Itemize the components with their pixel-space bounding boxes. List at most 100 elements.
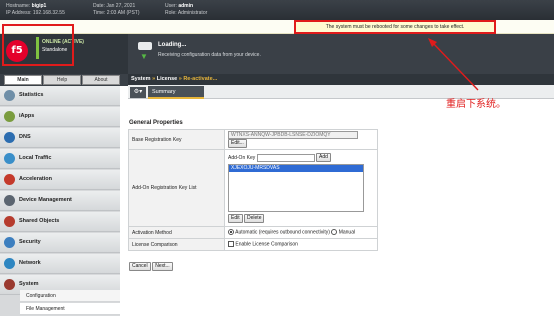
sidebar-item-label: Device Management xyxy=(19,197,72,203)
cancel-button[interactable]: Cancel xyxy=(129,262,151,271)
license-comparison-label: License Comparison xyxy=(128,238,225,251)
sidebar-subitem-file-management[interactable]: File Management xyxy=(20,303,120,315)
license-comparison-cell: Enable License Comparison xyxy=(224,238,378,251)
time-info: Time: 2:03 AM (PST) xyxy=(93,10,140,16)
download-arrow-icon: ▼ xyxy=(140,52,148,61)
activation-auto-label: Automatic (requires outbound connectivit… xyxy=(235,229,330,236)
sidebar-item-label: Acceleration xyxy=(19,176,53,182)
date-value: Jan 27, 2021 xyxy=(106,3,136,9)
breadcrumb-separator: » xyxy=(152,76,156,82)
hostname-value: bigip1 xyxy=(31,3,47,9)
addon-key-input[interactable] xyxy=(256,153,315,162)
sidebar-item-label: Security xyxy=(19,239,41,245)
activation-manual-label: Manual xyxy=(338,229,356,236)
base-key-field[interactable]: WTNXS-ANNQW-JPBDB-LSNSE-DZIOMQY xyxy=(228,131,358,139)
sidebar-item-label: Shared Objects xyxy=(19,218,60,224)
list-item[interactable]: XJEXOJU-MRSDVAS xyxy=(229,165,363,172)
sidebar-item-label: Network xyxy=(19,260,41,266)
sidebar-nav: Statistics iApps DNS Local Traffic Accel… xyxy=(0,86,120,316)
ip-label: IP Address: xyxy=(6,10,32,16)
device-management-icon xyxy=(4,195,15,206)
user-value: admin xyxy=(178,3,194,9)
activation-manual-radio[interactable] xyxy=(331,229,338,236)
acceleration-icon xyxy=(4,174,15,185)
loading-subtitle: Receiving configuration data from your d… xyxy=(158,52,261,58)
sidebar-item-label: DNS xyxy=(19,134,31,140)
tab-about[interactable]: About xyxy=(82,75,120,85)
statistics-icon xyxy=(4,90,15,101)
device-icon xyxy=(138,42,152,50)
tab-help[interactable]: Help xyxy=(43,75,81,85)
addon-key-row: Add-On Key Add xyxy=(228,153,374,162)
addon-key-list[interactable]: XJEXOJU-MRSDVAS xyxy=(228,164,364,212)
iapps-icon xyxy=(4,111,15,122)
breadcrumb-reactivate: Re-activate... xyxy=(183,76,218,82)
properties-table: Base Registration Key WTNXS-ANNQW-JPBDB-… xyxy=(128,129,378,251)
sidebar-item-iapps[interactable]: iApps xyxy=(0,107,120,127)
base-key-edit-button[interactable]: Edit... xyxy=(228,139,247,148)
top-bar: Hostname: bigip1 IP Address: 192.168.32.… xyxy=(0,0,554,20)
addon-key-cell: Add-On Key Add XJEXOJU-MRSDVAS Edit Dele… xyxy=(224,149,378,227)
logo-highlight-box xyxy=(2,24,74,66)
sidebar-item-local-traffic[interactable]: Local Traffic xyxy=(0,149,120,169)
breadcrumb-license: License xyxy=(156,76,178,82)
role-label: Role: xyxy=(165,10,177,16)
gear-icon: ⚙ xyxy=(133,89,140,95)
sidebar-item-statistics[interactable]: Statistics xyxy=(0,86,120,106)
tab-main[interactable]: Main xyxy=(4,75,42,85)
list-actions: Edit Delete xyxy=(228,214,374,223)
activation-method-label: Activation Method xyxy=(128,226,225,239)
section-title: General Properties xyxy=(129,120,183,126)
activation-method-cell: Automatic (requires outbound connectivit… xyxy=(224,226,378,239)
sidebar-item-label: iApps xyxy=(19,113,35,119)
user-label: User: xyxy=(165,3,177,9)
date-info: Date: Jan 27, 2021 xyxy=(93,3,135,9)
tab-summary[interactable]: Summary xyxy=(148,86,204,99)
base-key-cell: WTNXS-ANNQW-JPBDB-LSNSE-DZIOMQY Edit... xyxy=(224,129,378,150)
sidebar-item-security[interactable]: Security xyxy=(0,233,120,253)
license-comparison-checkbox[interactable] xyxy=(228,241,234,248)
form-actions: Cancel Next... xyxy=(129,262,173,271)
sidebar-item-label: Statistics xyxy=(19,92,44,98)
sidebar-item-acceleration[interactable]: Acceleration xyxy=(0,170,120,190)
role-info: Role: Administrator xyxy=(165,10,207,16)
time-value: 2:03 AM (PST) xyxy=(106,10,140,16)
user-info: User: admin xyxy=(165,3,193,9)
local-traffic-icon xyxy=(4,153,15,164)
ip-value: 192.168.32.55 xyxy=(32,10,65,16)
list-edit-button[interactable]: Edit xyxy=(228,214,243,223)
time-label: Time: xyxy=(93,10,106,16)
system-icon xyxy=(4,279,15,290)
ip-info: IP Address: 192.168.32.55 xyxy=(6,10,65,16)
hostname-label: Hostname: xyxy=(6,3,31,9)
activation-auto-radio[interactable] xyxy=(228,229,234,236)
sidebar-item-device-management[interactable]: Device Management xyxy=(0,191,120,211)
addon-key-list-label: Add-On Registration Key List xyxy=(128,149,225,227)
sidebar-item-label: Local Traffic xyxy=(19,155,52,161)
gear-menu-button[interactable]: ⚙▾ xyxy=(130,87,146,98)
list-delete-button[interactable]: Delete xyxy=(244,214,265,223)
breadcrumb-separator: » xyxy=(178,76,182,82)
security-icon xyxy=(4,237,15,248)
next-button[interactable]: Next... xyxy=(152,262,173,271)
loading-title: Loading... xyxy=(158,42,187,48)
hostname-info: Hostname: bigip1 xyxy=(6,3,46,9)
addon-key-label: Add-On Key xyxy=(228,154,256,161)
date-label: Date: xyxy=(93,3,105,9)
sidebar-item-shared-objects[interactable]: Shared Objects xyxy=(0,212,120,232)
add-button[interactable]: Add xyxy=(316,153,331,162)
shared-objects-icon xyxy=(4,216,15,227)
breadcrumb-system: System xyxy=(131,76,151,82)
sidebar-item-network[interactable]: Network xyxy=(0,254,120,274)
dns-icon xyxy=(4,132,15,143)
license-comparison-option-label: Enable License Comparison xyxy=(235,241,298,248)
annotation-text: 重启下系统。 xyxy=(446,99,506,110)
sidebar-subitem-configuration[interactable]: Configuration xyxy=(20,290,120,302)
sidebar-item-dns[interactable]: DNS xyxy=(0,128,120,148)
breadcrumb: System » License » Re-activate... xyxy=(128,74,554,85)
network-icon xyxy=(4,258,15,269)
base-key-label: Base Registration Key xyxy=(128,129,225,150)
role-value: Administrator xyxy=(177,10,208,16)
sidebar-item-label: System xyxy=(19,281,39,287)
reboot-message: The system must be rebooted for some cha… xyxy=(294,20,496,34)
